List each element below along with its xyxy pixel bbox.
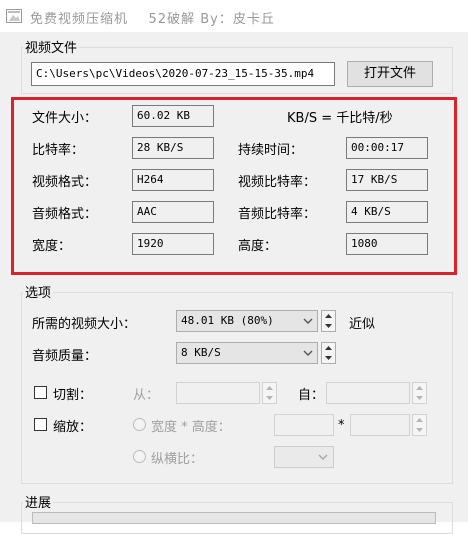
width-height-label: 宽度 * 高度： — [151, 420, 231, 435]
to-label: 自： — [298, 388, 325, 403]
chevron-down-icon — [303, 350, 313, 356]
spin-down-icon — [416, 428, 423, 432]
scale-height-spinner[interactable] — [412, 414, 427, 436]
app-icon — [6, 9, 22, 23]
chevron-down-icon — [318, 454, 328, 460]
target-size-value: 48.01 KB (80%) — [181, 314, 274, 327]
approx-label: 近似 — [349, 317, 376, 332]
spin-up-icon — [416, 418, 423, 422]
aspect-ratio-label: 纵横比： — [151, 452, 204, 467]
aspect-ratio-select[interactable] — [274, 446, 334, 468]
spin-down-icon — [325, 356, 332, 360]
title-bar: 免费视频压缩机 52破解 By：皮卡丘 — [0, 0, 468, 32]
file-path-field[interactable]: C:\Users\pc\Videos\2020-07-23_15-15-35.m… — [31, 62, 335, 86]
spin-up-icon — [416, 386, 423, 390]
target-size-select[interactable]: 48.01 KB (80%) — [176, 310, 318, 332]
target-size-label: 所需的视频大小： — [32, 317, 137, 332]
scale-label: 缩放： — [53, 420, 93, 435]
audio-quality-value: 8 KB/S — [181, 346, 221, 359]
audio-quality-select[interactable]: 8 KB/S — [176, 342, 318, 364]
chevron-down-icon — [303, 318, 313, 324]
aspect-ratio-radio[interactable] — [133, 450, 146, 463]
progress-bar — [32, 512, 436, 524]
times-sign: * — [338, 418, 345, 433]
cut-from-spinner[interactable] — [262, 382, 277, 404]
cut-from-input[interactable] — [176, 382, 260, 404]
window-title: 免费视频压缩机 52破解 By：皮卡丘 — [30, 12, 275, 27]
target-size-spinner[interactable] — [321, 310, 336, 332]
spin-up-icon — [266, 386, 273, 390]
cut-to-input[interactable] — [326, 382, 410, 404]
audio-quality-spinner[interactable] — [321, 342, 336, 364]
open-file-button[interactable]: 打开文件 — [347, 61, 433, 87]
audio-quality-label: 音频质量： — [32, 349, 98, 364]
spin-down-icon — [325, 324, 332, 328]
cut-to-spinner[interactable] — [412, 382, 427, 404]
width-height-radio[interactable] — [133, 418, 146, 431]
cut-label: 切割： — [53, 388, 93, 403]
spin-up-icon — [325, 314, 332, 318]
spin-down-icon — [266, 396, 273, 400]
from-label: 从： — [133, 388, 160, 403]
video-file-group-label: 视频文件 — [23, 37, 80, 56]
cut-checkbox[interactable] — [34, 386, 47, 399]
scale-checkbox[interactable] — [34, 418, 47, 431]
spin-up-icon — [325, 346, 332, 350]
progress-group-label: 进展 — [23, 492, 54, 511]
scale-width-input[interactable] — [274, 414, 334, 436]
spin-down-icon — [416, 396, 423, 400]
scale-height-input[interactable] — [350, 414, 410, 436]
options-group-label: 选项 — [23, 282, 54, 301]
info-highlight-box — [11, 97, 457, 275]
